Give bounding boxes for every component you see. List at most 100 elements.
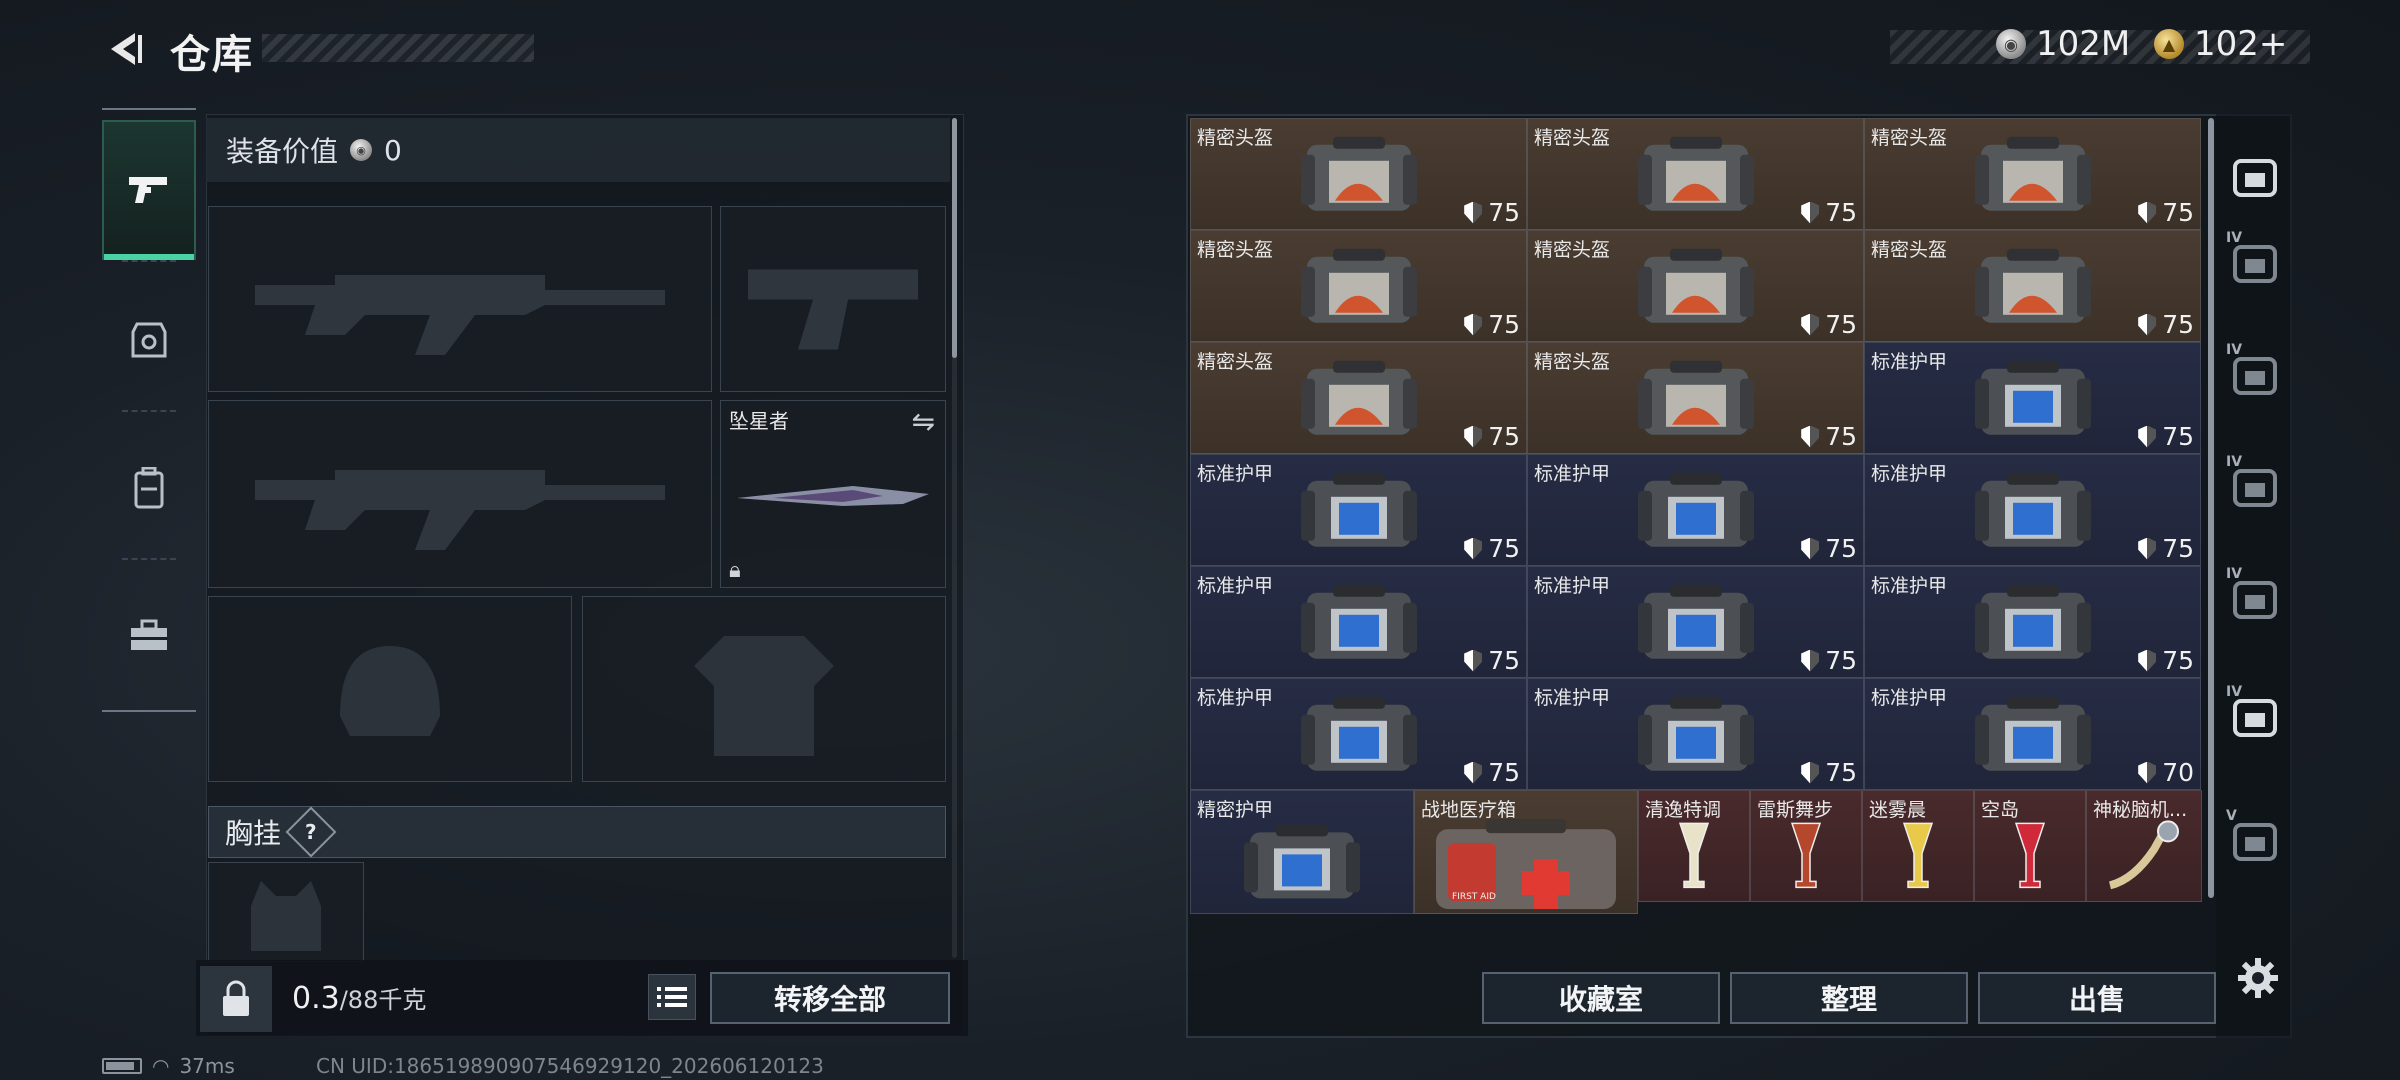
- back-button[interactable]: [100, 24, 150, 74]
- backpack-filter-icon[interactable]: IV: [2224, 454, 2286, 518]
- wifi-icon: ◠: [152, 1054, 170, 1078]
- storage-item[interactable]: 精密头盔 75: [1190, 118, 1527, 230]
- silver-coin-icon: ◉: [1996, 29, 2026, 59]
- storage-item[interactable]: 标准护甲 75: [1190, 566, 1527, 678]
- rail-divider: [122, 410, 176, 412]
- organize-button[interactable]: 整理: [1730, 972, 1968, 1024]
- melee-name: 坠星者: [729, 409, 789, 433]
- secondary-weapon-slot[interactable]: [208, 400, 712, 588]
- uid-text: CN UID:1865198909075469291​20_2026061201…: [316, 1054, 824, 1078]
- rail-item-toolbox[interactable]: [102, 566, 196, 706]
- durability: 75: [1464, 534, 1520, 563]
- storage-item[interactable]: 神秘脑机...: [2086, 790, 2202, 902]
- melee-slot[interactable]: 坠星者 ⇋ 🔒︎: [720, 400, 946, 588]
- item-name: 精密头盔: [1197, 127, 1274, 149]
- item-name: 清逸特调: [1645, 799, 1722, 821]
- storage-item[interactable]: 精密头盔 75: [1527, 118, 1864, 230]
- durability-value: 75: [1488, 534, 1520, 563]
- currency-gold[interactable]: ▲ 102+: [2154, 24, 2287, 64]
- currency-silver-value: 102M: [2036, 24, 2131, 64]
- primary-weapon-slot[interactable]: [208, 206, 712, 392]
- list-view-button[interactable]: [648, 974, 696, 1020]
- durability-value: 75: [2162, 198, 2194, 227]
- folder-filter-icon[interactable]: IV: [2224, 566, 2286, 630]
- durability-value: 75: [1488, 758, 1520, 787]
- help-icon[interactable]: ?: [285, 806, 337, 858]
- armor-silhouette-icon: [694, 636, 834, 756]
- weight-readout: 0.3/88千克: [292, 980, 426, 1016]
- item-name: 精密头盔: [1871, 127, 1948, 149]
- rail-item-backpack[interactable]: [102, 418, 196, 558]
- storage-item[interactable]: 标准护甲 70: [1864, 678, 2201, 790]
- storage-item[interactable]: 标准护甲 75: [1527, 454, 1864, 566]
- storage-item[interactable]: 标准护甲 75: [1864, 566, 2201, 678]
- helmet-slot[interactable]: [208, 596, 572, 782]
- storage-item[interactable]: 标准护甲 75: [1864, 342, 2201, 454]
- equipment-scrollbar[interactable]: [952, 118, 957, 358]
- armor-icon: [1971, 467, 2095, 563]
- storage-item[interactable]: 迷雾晨: [1862, 790, 1974, 902]
- storage-grid: 精密头盔 75 精密头盔 75 精密头盔 75 精密头盔 75 精密头盔 75 精密头盔 75 精密头盔…: [1190, 118, 2202, 958]
- durability-value: 75: [1488, 310, 1520, 339]
- rail-item-weapons[interactable]: [102, 120, 196, 260]
- back-arrow-icon: [111, 33, 142, 65]
- storage-item[interactable]: 标准护甲 75: [1864, 454, 2201, 566]
- storage-item[interactable]: 雷斯舞步: [1750, 790, 1862, 902]
- storage-item[interactable]: 精密头盔 75: [1190, 342, 1527, 454]
- armor-icon: [1634, 579, 1758, 675]
- shield-icon: [1801, 537, 1820, 560]
- shield-icon: [2138, 201, 2157, 224]
- item-name: 标准护甲: [1197, 463, 1274, 485]
- helmet-icon: [1634, 355, 1758, 451]
- medkit-filter-icon[interactable]: IV: [2224, 684, 2286, 748]
- item-name: 标准护甲: [1534, 575, 1611, 597]
- item-name: 精密头盔: [1534, 127, 1611, 149]
- durability-value: 75: [2162, 422, 2194, 451]
- storage-item[interactable]: 标准护甲 75: [1190, 678, 1527, 790]
- storage-item[interactable]: 空岛: [1974, 790, 2086, 902]
- storage-item[interactable]: 精密头盔 75: [1190, 230, 1527, 342]
- chest-rig-slot[interactable]: [208, 862, 364, 962]
- currency-silver[interactable]: ◉ 102M: [1996, 24, 2130, 64]
- armor-icon: [1634, 467, 1758, 563]
- durability-value: 75: [2162, 646, 2194, 675]
- collection-room-button[interactable]: 收藏室: [1482, 972, 1720, 1024]
- list-icon: [657, 987, 687, 1007]
- item-name: 战地医疗箱: [1421, 799, 1517, 821]
- settings-button[interactable]: [2230, 950, 2286, 1006]
- durability: 75: [2138, 310, 2194, 339]
- shield-icon: [1801, 313, 1820, 336]
- rail-item-armor[interactable]: [102, 270, 196, 410]
- pistol-slot[interactable]: [720, 206, 946, 392]
- rifle-silhouette-icon: [255, 470, 665, 550]
- armor-filter-icon[interactable]: IV: [2224, 230, 2286, 294]
- transfer-all-button[interactable]: 转移全部: [710, 972, 950, 1024]
- storage-item[interactable]: 精密头盔 75: [1864, 118, 2201, 230]
- shield-icon: [2138, 649, 2157, 672]
- storage-item[interactable]: 精密头盔 75: [1864, 230, 2201, 342]
- storage-item[interactable]: 精密头盔 75: [1527, 230, 1864, 342]
- helmet-icon: [1634, 131, 1758, 227]
- helmet-icon: [1971, 131, 2095, 227]
- armor-slot[interactable]: [582, 596, 946, 782]
- storage-item[interactable]: 精密护甲: [1190, 790, 1414, 914]
- rig-filter-icon[interactable]: IV: [2224, 342, 2286, 406]
- storage-item[interactable]: 标准护甲 75: [1527, 678, 1864, 790]
- pistol-icon: [129, 177, 167, 203]
- storage-item[interactable]: 精密头盔 75: [1527, 342, 1864, 454]
- swap-icon[interactable]: ⇋: [912, 405, 935, 438]
- storage-item[interactable]: 标准护甲 75: [1527, 566, 1864, 678]
- card-filter-icon[interactable]: V: [2224, 808, 2286, 872]
- shield-icon: [1801, 425, 1820, 448]
- sell-button[interactable]: 出售: [1978, 972, 2216, 1024]
- storage-item[interactable]: 标准护甲 75: [1190, 454, 1527, 566]
- artifact-icon: [2104, 819, 2184, 895]
- helmet-filter-icon[interactable]: [2224, 146, 2286, 208]
- durability: 75: [1801, 646, 1857, 675]
- durability-value: 75: [2162, 534, 2194, 563]
- item-name: 标准护甲: [1871, 687, 1948, 709]
- storage-scrollbar[interactable]: [2208, 118, 2214, 898]
- storage-item[interactable]: 战地医疗箱 FIRST AID: [1414, 790, 1638, 914]
- storage-item[interactable]: 清逸特调: [1638, 790, 1750, 902]
- lock-button[interactable]: [200, 966, 272, 1032]
